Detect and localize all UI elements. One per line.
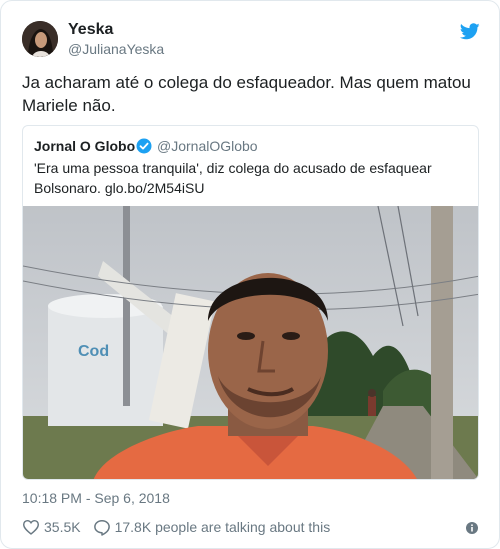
building-sign-text: Cod — [78, 343, 109, 360]
tweet-timestamp[interactable]: 10:18 PM - Sep 6, 2018 — [22, 490, 170, 506]
tweet-actions: 35.5K 17.8K people are talking about thi… — [22, 517, 330, 537]
verified-badge-icon — [136, 138, 152, 154]
speech-bubble-icon[interactable] — [93, 519, 111, 536]
author-name[interactable]: Yeska — [68, 21, 113, 39]
twitter-bird-icon[interactable] — [459, 23, 480, 40]
quoted-tweet-photo[interactable]: Cod — [23, 205, 478, 479]
embedded-tweet-card: Yeska @JulianaYeska Ja acharam até o col… — [0, 0, 500, 549]
quoted-tweet[interactable]: Jornal O Globo @JornalOGlobo 'Era uma pe… — [22, 125, 479, 480]
author-handle[interactable]: @JulianaYeska — [68, 41, 164, 57]
info-icon[interactable] — [466, 521, 478, 534]
quoted-author-handle: @JornalOGlobo — [157, 138, 258, 154]
author-avatar[interactable] — [22, 21, 58, 57]
quoted-tweet-text: 'Era uma pessoa tranquila', diz colega d… — [34, 160, 432, 196]
like-count[interactable]: 35.5K — [44, 519, 81, 535]
tweet-text: Ja acharam até o colega do esfaqueador. … — [22, 73, 471, 115]
heart-icon[interactable] — [22, 519, 40, 535]
quoted-author-name: Jornal O Globo — [34, 138, 136, 154]
conversation-link[interactable]: 17.8K people are talking about this — [115, 519, 331, 535]
